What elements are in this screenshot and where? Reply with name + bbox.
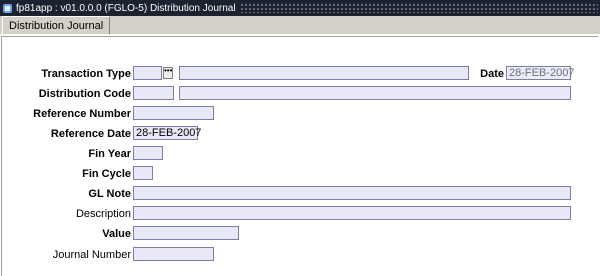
transaction-type-description-field[interactable] (179, 66, 469, 80)
reference-date-label: Reference Date (50, 128, 131, 140)
reference-number-field[interactable] (133, 106, 214, 120)
distribution-code-label: Distribution Code (38, 88, 131, 100)
app-icon (3, 3, 12, 13)
distribution-code-description-field[interactable] (179, 86, 571, 100)
description-label: Description (75, 208, 131, 220)
date-field[interactable]: 28-FEB-2007 (506, 66, 574, 80)
ellipsis-icon: ••• (164, 66, 173, 75)
description-field[interactable] (133, 206, 571, 220)
transaction-type-lov-button[interactable]: ••• (163, 67, 173, 79)
fin-year-label: Fin Year (88, 148, 131, 160)
fin-cycle-field[interactable] (133, 166, 153, 180)
value-label: Value (102, 228, 131, 240)
fin-year-field[interactable] (133, 146, 163, 160)
date-label: Date (480, 68, 504, 80)
value-field[interactable] (133, 226, 239, 240)
title-bar: fp81app : v01.0.0.0 (FGLO-5) Distributio… (0, 0, 600, 16)
reference-date-field[interactable]: 28-FEB-2007 (133, 126, 201, 140)
fin-cycle-label: Fin Cycle (82, 168, 131, 180)
tab-distribution-journal[interactable]: Distribution Journal (2, 16, 111, 34)
journal-number-label: Journal Number (52, 249, 131, 261)
title-bar-pattern (239, 3, 598, 13)
transaction-type-code-field[interactable] (133, 66, 162, 80)
gl-note-field[interactable] (133, 186, 571, 200)
gl-note-label: GL Note (88, 188, 131, 200)
reference-number-label: Reference Number (33, 108, 131, 120)
distribution-code-field[interactable] (133, 86, 174, 100)
window-title: fp81app : v01.0.0.0 (FGLO-5) Distributio… (16, 2, 236, 14)
journal-number-field[interactable] (133, 247, 214, 261)
transaction-type-label: Transaction Type (41, 68, 131, 80)
